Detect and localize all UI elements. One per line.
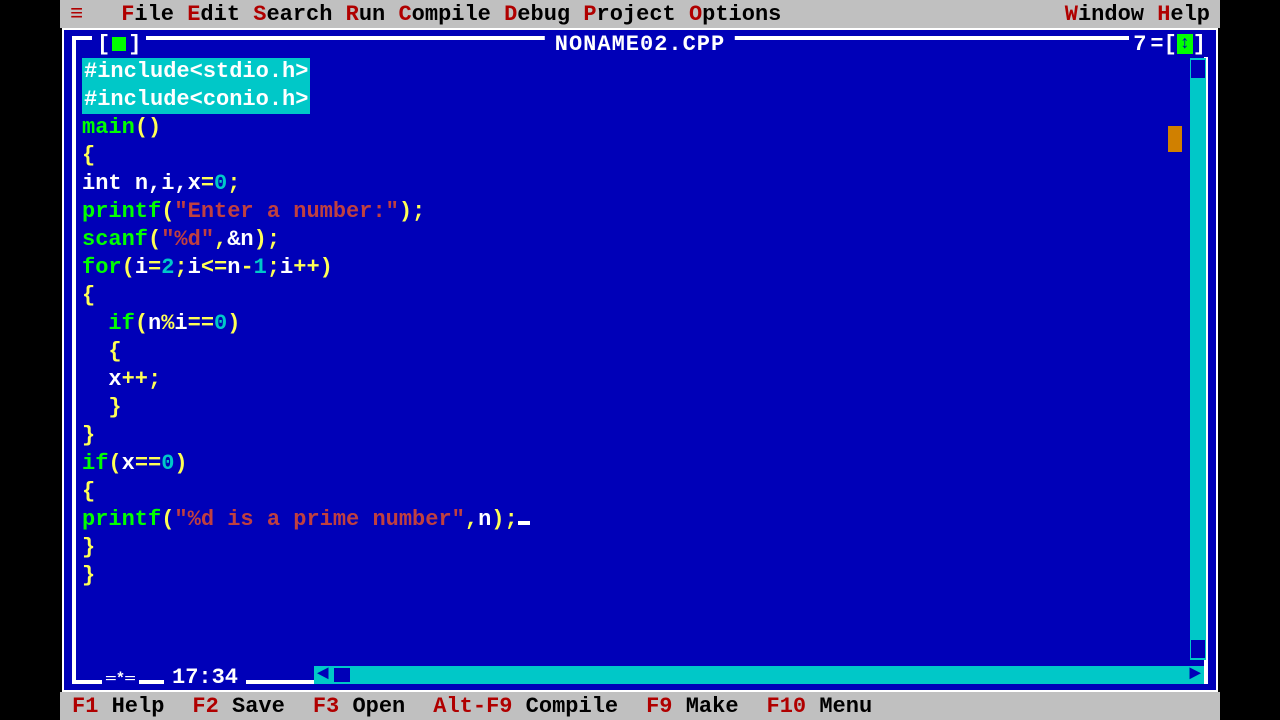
menu-run[interactable]: Run	[346, 2, 386, 27]
menu-bar: ≡ File Edit Search Run Compile Debug Pro…	[60, 0, 1220, 28]
menu-file[interactable]: File	[121, 2, 174, 27]
code-editor[interactable]: #include<stdio.h>#include<conio.h>main()…	[82, 58, 1188, 660]
code-line: }	[82, 422, 1188, 450]
modified-indicator	[1168, 126, 1182, 152]
text-cursor	[518, 521, 530, 525]
menu-help[interactable]: Help	[1157, 2, 1210, 27]
status-bar: F1 Help F2 Save F3 Open Alt-F9 Compile F9 Ma…	[60, 692, 1220, 720]
code-line: {	[82, 338, 1188, 366]
updown-arrow-icon: ↕	[1177, 34, 1193, 54]
ide-app: ≡ File Edit Search Run Compile Debug Pro…	[60, 0, 1220, 720]
code-line: printf("%d is a prime number",n);	[82, 506, 1188, 534]
code-line: {	[82, 142, 1188, 170]
code-line: for(i=2;i<=n-1;i++)	[82, 254, 1188, 282]
code-line: #include<conio.h>	[82, 86, 1188, 114]
modified-star-icon: ═*═	[102, 670, 139, 688]
code-line: printf("Enter a number:");	[82, 198, 1188, 226]
code-line: }	[82, 534, 1188, 562]
close-icon	[112, 37, 126, 51]
code-line: if(x==0)	[82, 450, 1188, 478]
menu-search[interactable]: Search	[253, 2, 332, 27]
scroll-thumb[interactable]	[334, 668, 350, 682]
code-line: scanf("%d",&n);	[82, 226, 1188, 254]
code-line: }	[82, 394, 1188, 422]
code-line: if(n%i==0)	[82, 310, 1188, 338]
cursor-position: 17:34	[164, 665, 246, 690]
code-line: #include<stdio.h>	[82, 58, 1188, 86]
menu-options[interactable]: Options	[689, 2, 781, 27]
scroll-left-icon[interactable]: ◄	[314, 666, 332, 684]
system-menu-icon[interactable]: ≡	[70, 2, 83, 27]
status-help[interactable]: F1 Help	[72, 694, 164, 719]
menu-window[interactable]: Window	[1065, 2, 1144, 27]
vertical-scrollbar[interactable]	[1190, 58, 1206, 660]
title-bar: [] NONAME02.CPP 7 =[↕]	[64, 30, 1216, 58]
window-title: NONAME02.CPP	[545, 32, 735, 57]
close-button[interactable]: []	[92, 32, 146, 57]
status-open[interactable]: F3 Open	[313, 694, 405, 719]
scroll-right-icon[interactable]: ►	[1186, 666, 1204, 684]
scroll-up-icon[interactable]	[1191, 60, 1205, 78]
menu-debug[interactable]: Debug	[504, 2, 570, 27]
editor-window: [] NONAME02.CPP 7 =[↕] #include<stdio.h>…	[62, 28, 1218, 692]
code-line: }	[82, 562, 1188, 590]
scroll-down-icon[interactable]	[1191, 640, 1205, 658]
status-make[interactable]: F9 Make	[646, 694, 738, 719]
menu-compile[interactable]: Compile	[398, 2, 490, 27]
code-line: x++;	[82, 366, 1188, 394]
menu-edit[interactable]: Edit	[187, 2, 240, 27]
window-number: 7	[1133, 32, 1146, 57]
menu-project[interactable]: Project	[583, 2, 675, 27]
code-line: main()	[82, 114, 1188, 142]
status-compile[interactable]: Alt-F9 Compile	[433, 694, 618, 719]
code-line: {	[82, 478, 1188, 506]
horizontal-scrollbar[interactable]: ◄ ►	[314, 666, 1204, 684]
maximize-button[interactable]: =[↕]	[1150, 32, 1206, 57]
code-line: {	[82, 282, 1188, 310]
status-save[interactable]: F2 Save	[192, 694, 284, 719]
status-menu[interactable]: F10 Menu	[767, 694, 873, 719]
code-line: int n,i,x=0;	[82, 170, 1188, 198]
